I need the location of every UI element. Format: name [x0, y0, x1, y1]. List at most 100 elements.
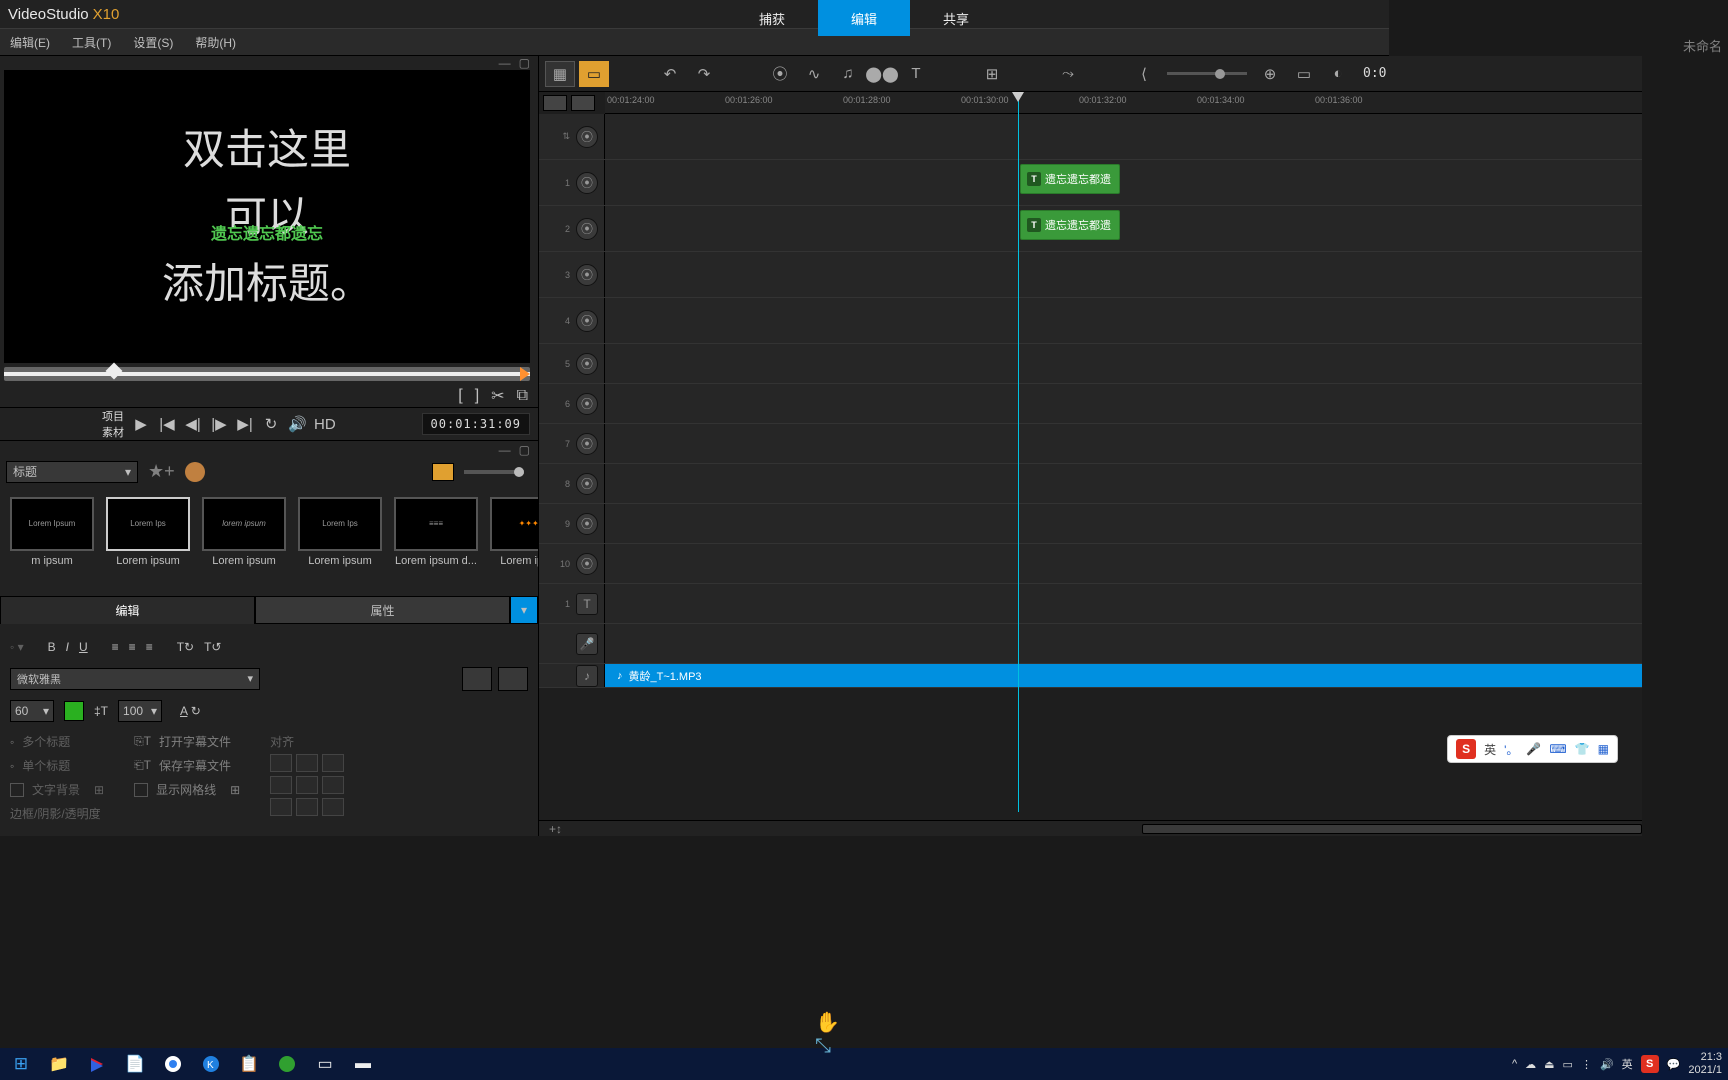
color-box-1[interactable]	[462, 667, 492, 691]
thumb-item[interactable]: ≡≡≡	[394, 497, 478, 551]
color-box-2[interactable]	[498, 667, 528, 691]
save-subtitle-icon[interactable]: ⎗T	[134, 758, 151, 773]
scissors-icon[interactable]: ✂	[491, 386, 504, 406]
app-vs-icon[interactable]	[82, 1051, 112, 1077]
menu-help[interactable]: 帮助(H)	[195, 34, 236, 51]
motion-icon[interactable]: ⬤⬤	[867, 61, 897, 87]
add-track-icon[interactable]: +↕	[549, 822, 562, 836]
tab-edit[interactable]: 编辑	[818, 0, 910, 36]
subtab-attributes[interactable]: 属性	[255, 596, 510, 624]
playhead[interactable]	[1018, 92, 1019, 812]
timeline-mode-1[interactable]	[543, 95, 567, 111]
lib-max-icon[interactable]: ▢	[519, 443, 530, 457]
chrome-icon[interactable]	[158, 1051, 188, 1077]
check-grid[interactable]	[134, 783, 148, 797]
menu-settings[interactable]: 设置(S)	[133, 34, 173, 51]
sogou-logo-icon[interactable]: S	[1456, 739, 1476, 759]
video-track-icon[interactable]: ⦿	[576, 433, 598, 455]
scrubber-head-icon[interactable]	[106, 363, 123, 380]
timecode[interactable]: 00:01:31:09	[422, 413, 530, 435]
timeline-mode-2[interactable]	[571, 95, 595, 111]
music-track-icon[interactable]: ♪	[576, 665, 598, 687]
mark-in-icon[interactable]: [	[458, 387, 462, 405]
tray-usb-icon[interactable]: ⏏	[1544, 1058, 1554, 1071]
preview-max-icon[interactable]: ▢	[519, 56, 530, 70]
audio-clip[interactable]: ♪黄龄_T~1.MP3	[605, 664, 1642, 687]
category-icon[interactable]	[185, 462, 205, 482]
app-icon-2[interactable]	[272, 1051, 302, 1077]
tab-capture[interactable]: 捕获	[726, 0, 818, 36]
zoom-path-icon[interactable]: ⟨	[1129, 61, 1159, 87]
title-icon[interactable]: T	[901, 61, 931, 87]
menu-tools[interactable]: 工具(T)	[72, 34, 111, 51]
mode-clip[interactable]: 素材	[102, 424, 124, 440]
title-text-overlay[interactable]: 遗忘遗忘都遗忘	[211, 220, 323, 244]
thumb-item[interactable]: Lorem Ips	[298, 497, 382, 551]
end-icon[interactable]: ▶|	[236, 415, 254, 433]
thumb-item[interactable]: ✦✦✦✦	[490, 497, 538, 551]
app-notepad-icon[interactable]: 📄	[120, 1051, 150, 1077]
line-spacing-dropdown[interactable]: 100▾	[118, 700, 162, 722]
tray-volume-icon[interactable]: 🔊	[1600, 1058, 1614, 1071]
timeline-ruler[interactable]: 00:01:24:00 00:01:26:00 00:01:28:00 00:0…	[605, 92, 1642, 114]
tray-cloud-icon[interactable]: ☁	[1525, 1058, 1536, 1071]
split-icon[interactable]: ⧉	[517, 387, 528, 405]
subtab-expand-icon[interactable]: ▾	[510, 596, 538, 624]
zoom-slider[interactable]	[1167, 72, 1247, 75]
file-explorer-icon[interactable]: 📁	[44, 1051, 74, 1077]
underline-icon[interactable]: U	[79, 640, 88, 654]
kugou-icon[interactable]: K	[196, 1051, 226, 1077]
lib-min-icon[interactable]: —	[499, 443, 511, 457]
italic-icon[interactable]: I	[66, 640, 69, 654]
align-right-icon[interactable]: ≡	[146, 640, 153, 654]
thumb-item[interactable]: Lorem Ips	[106, 497, 190, 551]
hd-label[interactable]: HD	[314, 416, 332, 433]
app-icon-4[interactable]: ▬	[348, 1051, 378, 1077]
view-toggle[interactable]	[432, 463, 454, 481]
font-size-dropdown[interactable]: 60▾	[10, 700, 54, 722]
font-color-swatch[interactable]	[64, 701, 84, 721]
scrubber[interactable]	[4, 367, 530, 381]
duration-icon[interactable]: ◐	[1323, 61, 1353, 87]
title-clip[interactable]: T遗忘遗忘都遗	[1020, 210, 1120, 240]
tray-lang[interactable]: 英	[1622, 1056, 1633, 1072]
bold-icon[interactable]: B	[48, 640, 56, 654]
thumb-item[interactable]: lorem ipsum	[202, 497, 286, 551]
home-icon[interactable]: |◀	[158, 415, 176, 433]
tray-battery-icon[interactable]: ▭	[1563, 1058, 1573, 1071]
video-track-icon[interactable]: ⦿	[576, 553, 598, 575]
auto-music-icon[interactable]: ♫	[833, 61, 863, 87]
rotate-cw-icon[interactable]: T↻	[177, 640, 194, 654]
video-track-icon[interactable]: ⦿	[576, 126, 598, 148]
ime-keyboard-icon[interactable]: ⌨	[1549, 742, 1566, 756]
mark-out-icon[interactable]: ]	[475, 387, 479, 405]
undo-icon[interactable]: ↶	[655, 61, 685, 87]
preview-canvas[interactable]: 双击这里 可以 添加标题。 遗忘遗忘都遗忘	[4, 70, 530, 363]
voice-track-icon[interactable]: 🎤	[576, 633, 598, 655]
title-placeholder[interactable]: 双击这里 可以 添加标题。	[162, 116, 372, 318]
horizontal-scrollbar[interactable]	[1142, 824, 1642, 834]
app-icon-1[interactable]: 📋	[234, 1051, 264, 1077]
windows-start-icon[interactable]: ⊞	[6, 1051, 36, 1077]
record-icon[interactable]: ⦿	[765, 61, 795, 87]
scrubber-end-icon[interactable]	[520, 367, 530, 381]
open-subtitle-icon[interactable]: ⎘T	[134, 734, 151, 749]
title-track-icon[interactable]: T	[576, 593, 598, 615]
mode-project[interactable]: 项目	[102, 408, 124, 424]
thumb-item[interactable]: Lorem Ipsum	[10, 497, 94, 551]
video-track-icon[interactable]: ⦿	[576, 310, 598, 332]
subtab-edit[interactable]: 编辑	[0, 596, 255, 624]
prev-frame-icon[interactable]: ◀|	[184, 415, 202, 433]
tab-share[interactable]: 共享	[910, 0, 1002, 36]
timeline-view-icon[interactable]: ▭	[579, 61, 609, 87]
check-bg[interactable]	[10, 783, 24, 797]
video-track-icon[interactable]: ⦿	[576, 172, 598, 194]
play-icon[interactable]: ▶	[132, 415, 150, 433]
ime-skin-icon[interactable]: 👕	[1575, 742, 1590, 756]
tray-wifi-icon[interactable]: ⋮	[1581, 1058, 1592, 1071]
video-track-icon[interactable]: ⦿	[576, 393, 598, 415]
favorite-icon[interactable]: ★+	[148, 461, 175, 482]
sogou-tray-icon[interactable]: S	[1641, 1055, 1659, 1073]
tray-notif-icon[interactable]: 💬	[1667, 1058, 1681, 1071]
track-toggle-icon[interactable]: ⇅	[562, 131, 570, 142]
